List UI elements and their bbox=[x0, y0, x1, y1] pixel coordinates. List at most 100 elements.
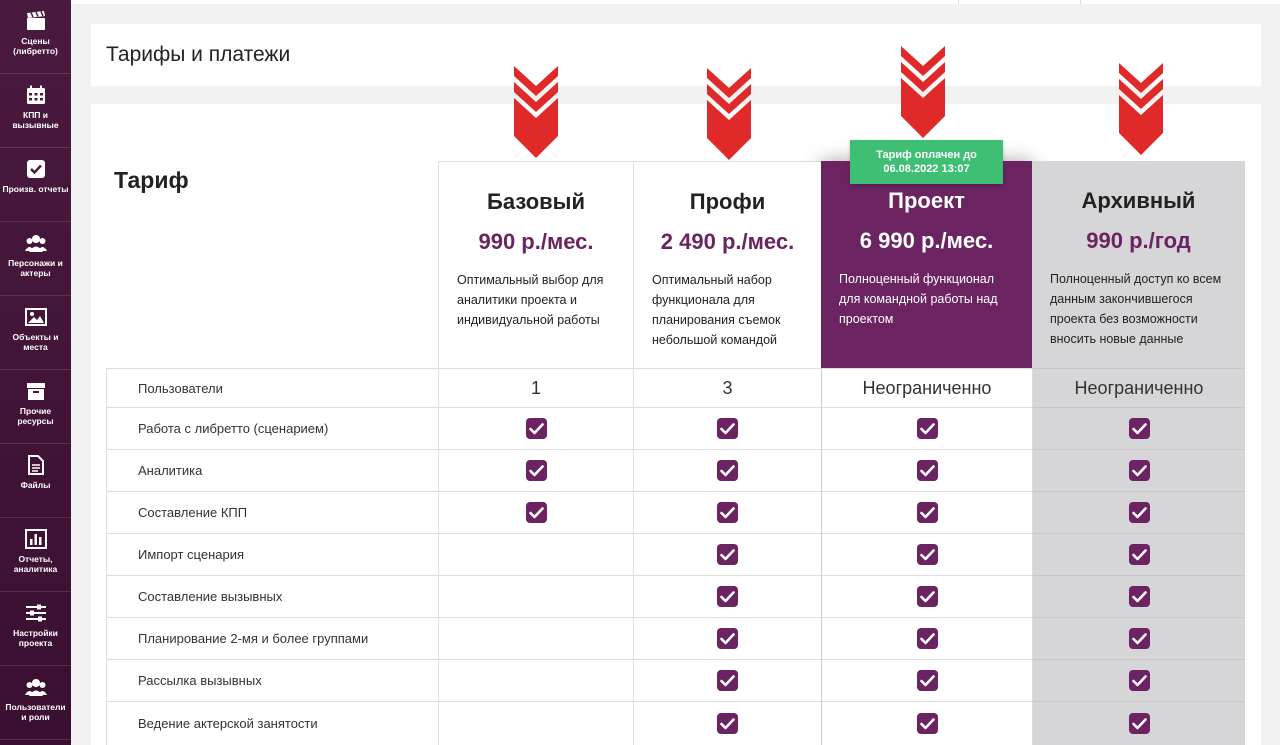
check-icon bbox=[717, 586, 738, 607]
chevron-down-icon bbox=[707, 68, 751, 160]
plan-price: 990 р./мес. bbox=[478, 229, 594, 254]
sidebar-item-label: Объекты и места bbox=[12, 332, 59, 352]
sidebar-item-label: Пользователи и роли bbox=[5, 702, 66, 722]
bar-chart-icon bbox=[24, 528, 47, 550]
plan-basic[interactable]: Базовый 990 р./мес. Оптимальный выбор дл… bbox=[438, 161, 633, 368]
plan-name: Базовый bbox=[487, 189, 585, 214]
feature-label: Составление КПП bbox=[106, 491, 438, 533]
file-icon bbox=[25, 454, 47, 476]
sidebar-item-files[interactable]: Файлы bbox=[0, 444, 71, 518]
feature-label: Составление вызывных bbox=[106, 575, 438, 617]
plan-price: 2 490 р./мес. bbox=[660, 229, 795, 254]
table-row: Планирование 2-мя и более группами bbox=[106, 617, 1245, 659]
page-header: Тарифы и платежи bbox=[91, 24, 1261, 86]
sliders-icon bbox=[25, 602, 47, 624]
table-row: Ведение актерской занятости bbox=[106, 701, 1245, 745]
table-row: Составление вызывных bbox=[106, 575, 1245, 617]
table-cell bbox=[633, 575, 821, 617]
table-cell bbox=[633, 533, 821, 575]
check-icon bbox=[717, 670, 738, 691]
sidebar-item-label: Файлы bbox=[20, 480, 51, 490]
check-icon bbox=[717, 628, 738, 649]
sidebar-item-label: Персонажи и актеры bbox=[8, 258, 63, 278]
sidebar: Сцены (либретто) КПП и вызывные Произв. … bbox=[0, 0, 71, 745]
plan-price: 6 990 р./мес. bbox=[859, 228, 994, 253]
table-cell bbox=[633, 491, 821, 533]
plan-description: Оптимальный набор функционала для планир… bbox=[652, 273, 781, 347]
page-title: Тарифы и платежи bbox=[106, 43, 291, 66]
check-icon bbox=[916, 628, 938, 649]
table-cell bbox=[438, 659, 633, 701]
cell-value: Неограниченно bbox=[1074, 377, 1204, 398]
table-cell bbox=[1032, 659, 1245, 701]
table-cell bbox=[821, 659, 1032, 701]
table-cell: Неограниченно bbox=[1032, 368, 1245, 407]
check-icon bbox=[916, 418, 938, 439]
table-cell bbox=[438, 617, 633, 659]
check-icon bbox=[717, 460, 738, 481]
table-cell bbox=[633, 659, 821, 701]
sidebar-item-objects[interactable]: Объекты и места bbox=[0, 296, 71, 370]
feature-label: Аналитика bbox=[106, 449, 438, 491]
table-cell bbox=[821, 617, 1032, 659]
check-icon bbox=[1128, 460, 1150, 481]
table-cell bbox=[821, 533, 1032, 575]
table-cell bbox=[821, 701, 1032, 745]
table-cell bbox=[1032, 491, 1245, 533]
sidebar-item-kpp[interactable]: КПП и вызывные bbox=[0, 74, 71, 148]
checkbox-icon bbox=[25, 158, 47, 180]
clapperboard-icon bbox=[25, 10, 47, 32]
check-icon bbox=[916, 713, 938, 734]
paid-until-badge: Тариф оплачен до 06.08.2022 13:07 bbox=[850, 140, 1003, 184]
table-cell bbox=[821, 491, 1032, 533]
sidebar-item-settings[interactable]: Настройки проекта bbox=[0, 592, 71, 666]
top-strip bbox=[71, 0, 1280, 4]
check-icon bbox=[1128, 418, 1150, 439]
chevron-down-icon bbox=[901, 46, 945, 138]
check-icon bbox=[717, 544, 738, 565]
sidebar-item-characters[interactable]: Персонажи и актеры bbox=[0, 222, 71, 296]
table-cell bbox=[1032, 449, 1245, 491]
plan-description: Полноценный доступ ко всем данным законч… bbox=[1050, 272, 1222, 346]
chevron-down-icon bbox=[514, 66, 558, 158]
table-cell bbox=[633, 617, 821, 659]
table-cell bbox=[438, 701, 633, 745]
table-row: Пользователи 1 3 Неограниченно Неограниченно bbox=[106, 368, 1245, 407]
check-icon bbox=[525, 460, 547, 481]
tariff-header-label: Тариф bbox=[114, 167, 189, 193]
feature-label: Пользователи bbox=[106, 368, 438, 407]
sidebar-item-users[interactable]: Пользователи и роли bbox=[0, 666, 71, 740]
check-icon bbox=[717, 502, 738, 523]
table-cell bbox=[438, 491, 633, 533]
calendar-icon bbox=[25, 84, 47, 106]
check-icon bbox=[1128, 586, 1150, 607]
table-cell bbox=[1032, 617, 1245, 659]
plan-archive[interactable]: Архивный 990 р./год Полноценный доступ к… bbox=[1032, 161, 1245, 368]
plan-pro[interactable]: Профи 2 490 р./мес. Оптимальный набор фу… bbox=[633, 161, 821, 368]
cell-value: Неограниченно bbox=[862, 377, 992, 398]
plan-price: 990 р./год bbox=[1086, 228, 1191, 253]
sidebar-item-label: Сцены (либретто) bbox=[13, 36, 58, 56]
sidebar-item-analytics[interactable]: Отчеты, аналитика bbox=[0, 518, 71, 592]
people-icon bbox=[24, 232, 47, 254]
check-icon bbox=[1128, 544, 1150, 565]
table-cell bbox=[438, 407, 633, 449]
cell-value: 1 bbox=[530, 377, 541, 398]
sidebar-item-reports[interactable]: Произв. отчеты bbox=[0, 148, 71, 222]
check-icon bbox=[916, 460, 938, 481]
table-cell: 3 bbox=[633, 368, 821, 407]
table-cell bbox=[1032, 575, 1245, 617]
plan-project[interactable]: Проект 6 990 р./мес. Полноценный функцио… bbox=[821, 161, 1032, 368]
table-row: Рассылка вызывных bbox=[106, 659, 1245, 701]
sidebar-item-resources[interactable]: Прочие ресурсы bbox=[0, 370, 71, 444]
table-cell bbox=[633, 701, 821, 745]
users-icon bbox=[24, 676, 47, 698]
check-icon bbox=[1128, 713, 1150, 734]
table-cell bbox=[821, 449, 1032, 491]
chevron-down-icon bbox=[1119, 63, 1163, 155]
sidebar-item-label: Настройки проекта bbox=[13, 628, 58, 648]
feature-label: Импорт сценария bbox=[106, 533, 438, 575]
check-icon bbox=[1128, 502, 1150, 523]
sidebar-item-scenes[interactable]: Сцены (либретто) bbox=[0, 0, 71, 74]
plan-name: Проект bbox=[888, 188, 965, 213]
